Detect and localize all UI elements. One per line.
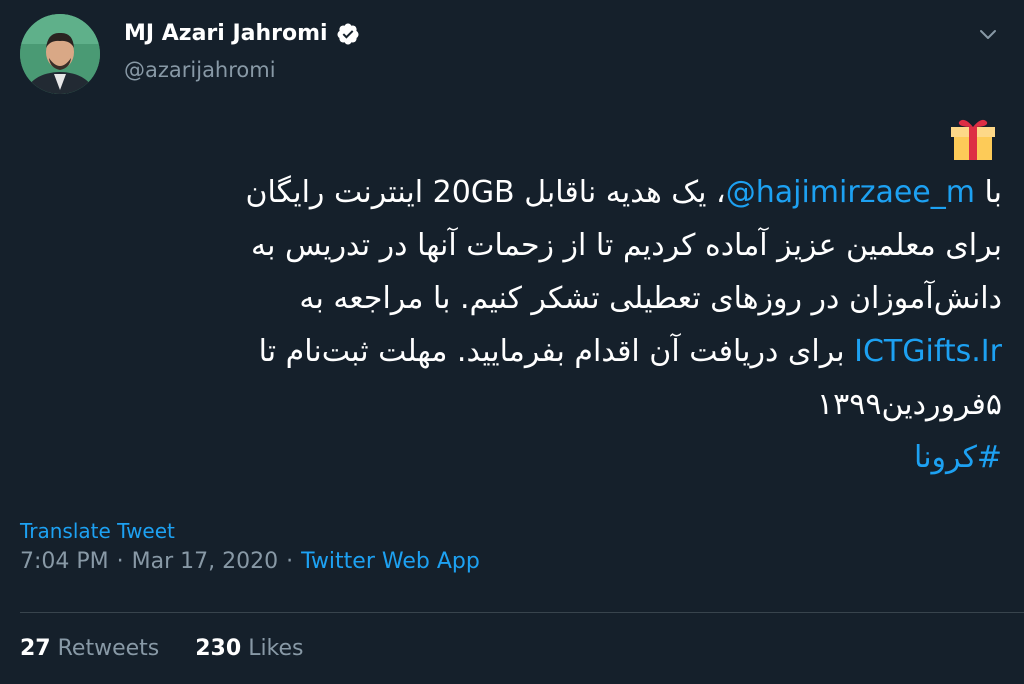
tweet-time[interactable]: 7:04 PM (20, 549, 109, 574)
meta-separator: · (286, 549, 294, 574)
tweet-date[interactable]: Mar 17, 2020 (132, 549, 278, 574)
tweet-meta: 7:04 PM · Mar 17, 2020 · Twitter Web App (20, 549, 480, 574)
retweets-stat[interactable]: 27 Retweets (20, 636, 159, 661)
chevron-down-icon[interactable] (976, 22, 1000, 46)
tweet-source-link[interactable]: Twitter Web App (301, 549, 480, 574)
tweet-stats: 27 Retweets 230 Likes (20, 636, 304, 661)
url-link[interactable]: ICTGifts.Ir (854, 334, 1002, 369)
wrapped-gift-icon (951, 119, 995, 160)
likes-label: Likes (248, 636, 304, 661)
tweet-line: با @hajimirzaee_m، یک هدیه ناقابل 20GB ا… (20, 166, 1003, 219)
tweet-text-segment: ، یک هدیه ناقابل 20GB اینترنت رایگان (245, 175, 726, 210)
tweet-line: برای معلمین عزیز آماده کردیم تا از زحمات… (251, 228, 1002, 263)
tweet-text-segment: با (974, 175, 1003, 210)
tweet-text: با @hajimirzaee_m، یک هدیه ناقابل 20GB ا… (20, 166, 1003, 484)
author-display-name[interactable]: MJ Azari Jahromi (124, 21, 328, 46)
mention-link[interactable]: @hajimirzaee_m (726, 175, 975, 210)
tweet-line: ۵فروردین۱۳۹۹ (817, 387, 1002, 422)
tweet-line: دانش‌آموزان در روزهای تعطیلی تشکر کنیم. … (299, 281, 1002, 316)
tweet-line: ICTGifts.Ir برای دریافت آن اقدام بفرمایی… (20, 325, 1002, 378)
meta-separator: · (116, 549, 124, 574)
tweet-line: #کرونا (20, 431, 1002, 484)
translate-tweet-link[interactable]: Translate Tweet (20, 519, 175, 543)
divider (20, 612, 1024, 613)
hashtag-link[interactable]: #کرونا (914, 440, 1002, 475)
author-handle[interactable]: @azarijahromi (124, 58, 276, 82)
retweets-count: 27 (20, 636, 51, 661)
profile-photo (20, 14, 100, 94)
avatar[interactable] (20, 14, 100, 94)
likes-count: 230 (195, 636, 242, 661)
verified-badge-icon (337, 23, 359, 44)
retweets-label: Retweets (57, 636, 160, 661)
tweet-text-segment: برای دریافت آن اقدام بفرمایید. مهلت ثبت‌… (258, 334, 855, 369)
likes-stat[interactable]: 230 Likes (195, 636, 303, 661)
